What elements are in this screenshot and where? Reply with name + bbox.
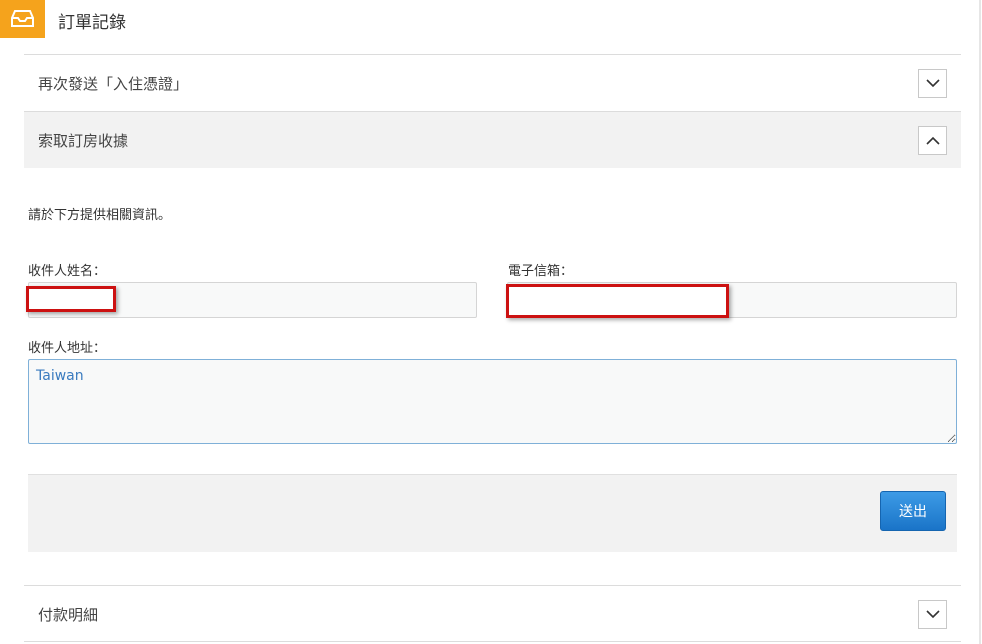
section-resend-voucher[interactable]: 再次發送「入住憑證」 bbox=[24, 54, 961, 111]
recipient-address-textarea[interactable]: Taiwan bbox=[28, 359, 957, 444]
page-title: 訂單記錄 bbox=[58, 13, 126, 33]
form-action-bar: 送出 bbox=[28, 474, 957, 552]
section-label: 再次發送「入住憑證」 bbox=[38, 75, 189, 93]
inbox-icon bbox=[0, 0, 45, 38]
page-header: 訂單記錄 bbox=[0, 0, 979, 38]
section-payment-details[interactable]: 付款明細 bbox=[24, 585, 961, 642]
redaction-box bbox=[506, 284, 729, 318]
collapse-toggle-button[interactable] bbox=[918, 126, 947, 155]
recipient-name-label: 收件人姓名： bbox=[28, 264, 107, 279]
redaction-box bbox=[26, 286, 116, 312]
email-label: 電子信箱： bbox=[508, 264, 574, 279]
page-right-border bbox=[979, 0, 981, 644]
section-label: 付款明細 bbox=[38, 606, 99, 624]
section-request-receipt[interactable]: 索取訂房收據 bbox=[24, 111, 961, 168]
expand-toggle-button[interactable] bbox=[918, 69, 947, 98]
recipient-address-label: 收件人地址： bbox=[28, 341, 107, 356]
chevron-down-icon bbox=[926, 79, 940, 88]
form-intro-text: 請於下方提供相關資訊。 bbox=[28, 208, 172, 223]
section-label: 索取訂房收據 bbox=[38, 132, 129, 150]
submit-button[interactable]: 送出 bbox=[880, 491, 946, 531]
chevron-down-icon bbox=[926, 610, 940, 619]
expand-toggle-button[interactable] bbox=[918, 600, 947, 629]
chevron-up-icon bbox=[926, 136, 940, 145]
